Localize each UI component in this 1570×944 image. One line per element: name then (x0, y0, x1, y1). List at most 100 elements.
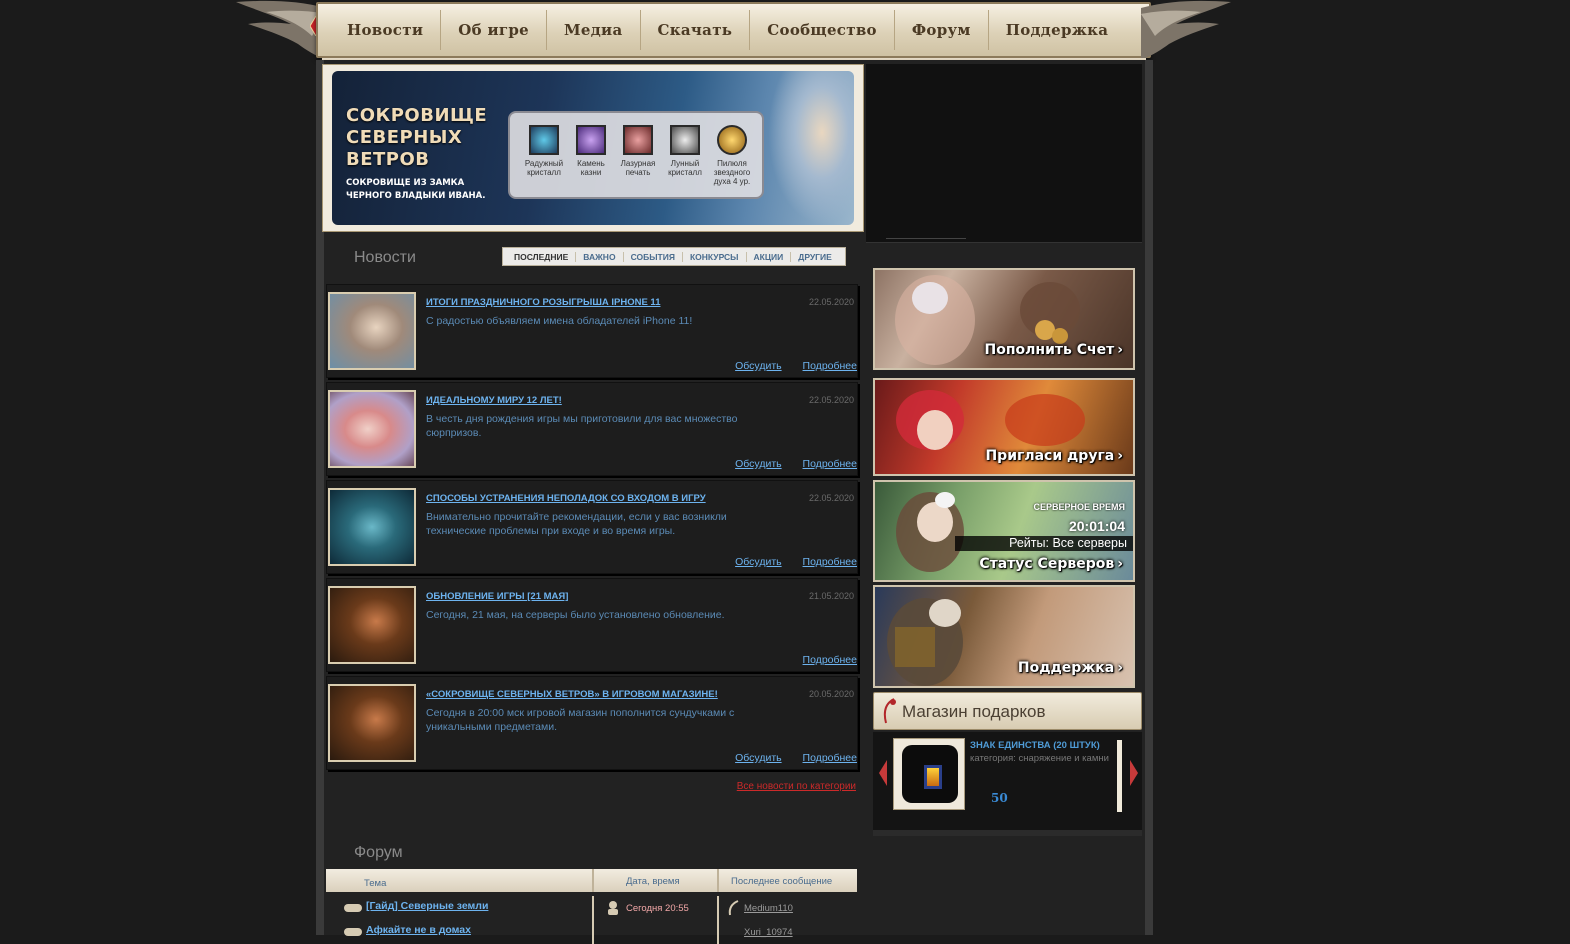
execution-stone-icon (576, 125, 606, 155)
unity-sign-icon (924, 765, 942, 789)
forum-section-title: Форум (354, 844, 403, 861)
news-thumbnail[interactable] (328, 586, 416, 664)
feather-icon (344, 904, 362, 912)
nav-media[interactable]: Медиа (547, 10, 641, 50)
news-section-title: Новости (354, 249, 416, 266)
gift-shop-body: ЗНАК ЕДИНСТВА (20 ШТУК) категория: снаря… (873, 732, 1142, 836)
server-status-label: Статус Серверов (979, 556, 1115, 572)
banner-image: СОКРОВИЩЕ СЕВЕРНЫХ ВЕТРОВ СОКРОВИЩЕ ИЗ З… (332, 71, 854, 225)
user-avatar-icon (608, 901, 618, 915)
tab-promotions[interactable]: АКЦИИ (747, 251, 792, 262)
nav-bar: Новости Об игре Медиа Скачать Сообщество… (316, 2, 1151, 58)
news-date: 20.05.2020 (808, 689, 854, 699)
more-link[interactable]: Подробнее (803, 458, 857, 470)
more-link[interactable]: Подробнее (803, 556, 857, 568)
banner-item: Пилюля звездного духа 4 ур. (710, 125, 754, 186)
server-rates: Рейты: Все серверы (955, 536, 1133, 551)
discuss-link[interactable]: Обсудить (735, 458, 782, 470)
news-item: ИДЕАЛЬНОМУ МИРУ 12 ЛЕТ! 22.05.2020 В чес… (326, 382, 858, 476)
news-date: 22.05.2020 (808, 493, 854, 503)
nav-download[interactable]: Скачать (641, 10, 751, 50)
banner-subtitle: СОКРОВИЩЕ ИЗ ЗАМКА ЧЕРНОГО ВЛАДЫКИ ИВАНА… (346, 178, 486, 201)
banner-item: Лунный кристалл (663, 125, 707, 177)
topup-banner[interactable]: Пополнить Счет › (873, 268, 1135, 370)
top-navigation: Новости Об игре Медиа Скачать Сообщество… (236, 0, 1231, 64)
forum-last-user[interactable]: Medium110 (744, 903, 793, 914)
tab-latest[interactable]: ПОСЛЕДНИЕ (507, 251, 577, 262)
shop-next-arrow-icon[interactable] (1129, 758, 1139, 788)
news-title[interactable]: «СОКРОВИЩЕ СЕВЕРНЫХ ВЕТРОВ» В ИГРОВОМ МА… (426, 689, 718, 700)
news-summary: Сегодня в 20:00 мск игровой магазин попо… (426, 707, 735, 733)
forum-topic-link[interactable]: Афкайте не в домах (366, 924, 471, 936)
banner-item: Камень казни (569, 125, 613, 177)
col-topic: Тема (364, 878, 387, 889)
chevron-right-icon: › (1117, 556, 1123, 572)
news-summary: В честь дня рождения игры мы приготовили… (426, 413, 738, 439)
invite-label: Пригласи друга (985, 448, 1115, 464)
news-tabs: ПОСЛЕДНИЕ ВАЖНО СОБЫТИЯ КОНКУРСЫ АКЦИИ Д… (502, 247, 846, 266)
discuss-link[interactable]: Обсудить (735, 752, 782, 764)
news-summary: Внимательно прочитайте рекомендации, есл… (426, 511, 727, 537)
news-summary: Сегодня, 21 мая, на серверы было установ… (426, 609, 725, 621)
promo-banner[interactable]: СОКРОВИЩЕ СЕВЕРНЫХ ВЕТРОВ СОКРОВИЩЕ ИЗ З… (322, 64, 864, 232)
banner-item: Радужный кристалл (522, 125, 566, 177)
nav-news[interactable]: Новости (330, 10, 442, 50)
news-thumbnail[interactable] (328, 292, 416, 370)
moon-crystal-icon (670, 125, 700, 155)
news-title[interactable]: ОБНОВЛЕНИЕ ИГРЫ [21 МАЯ] (426, 591, 568, 602)
star-spirit-pill-icon (717, 125, 747, 155)
forum-topic-link[interactable]: [Гайд] Северные земли (366, 900, 488, 912)
forum-last-user[interactable]: Xuri_10974 (744, 927, 793, 938)
tab-contests[interactable]: КОНКУРСЫ (683, 251, 747, 262)
news-thumbnail[interactable] (328, 390, 416, 468)
discuss-link[interactable]: Обсудить (735, 360, 782, 372)
news-item: ОБНОВЛЕНИЕ ИГРЫ [21 МАЯ] 21.05.2020 Сего… (326, 578, 858, 672)
topup-label: Пополнить Счет (984, 342, 1115, 358)
banner-title: СОКРОВИЩЕ СЕВЕРНЫХ ВЕТРОВ (346, 105, 488, 170)
gift-shop-header: Магазин подарков (873, 692, 1142, 730)
forum-row: [Гайд] Северные земли Сегодня 20:55 Medi… (326, 896, 857, 920)
more-link[interactable]: Подробнее (803, 654, 857, 666)
chevron-right-icon: › (1117, 448, 1123, 464)
nav-community[interactable]: Сообщество (750, 10, 895, 50)
news-item: «СОКРОВИЩЕ СЕВЕРНЫХ ВЕТРОВ» В ИГРОВОМ МА… (326, 676, 858, 770)
news-title[interactable]: ИДЕАЛЬНОМУ МИРУ 12 ЛЕТ! (426, 395, 562, 406)
news-title[interactable]: ИТОГИ ПРАЗДНИЧНОГО РОЗЫГРЫША IPHONE 11 (426, 297, 660, 308)
right-top-panel (866, 64, 1142, 243)
nav-forum[interactable]: Форум (895, 10, 989, 50)
all-news-link[interactable]: Все новости по категории (737, 781, 856, 792)
more-link[interactable]: Подробнее (803, 752, 857, 764)
more-link[interactable]: Подробнее (803, 360, 857, 372)
feather-icon (883, 698, 896, 724)
server-status-banner[interactable]: СЕРВЕРНОЕ ВРЕМЯ 20:01:04 Рейты: Все серв… (873, 480, 1135, 582)
tab-other[interactable]: ДРУГИЕ (791, 252, 839, 262)
shop-item-image[interactable] (893, 738, 965, 810)
right-wing-ornament (1141, 0, 1231, 60)
news-item: ИТОГИ ПРАЗДНИЧНОГО РОЗЫГРЫША IPHONE 11 2… (326, 284, 858, 378)
tab-important[interactable]: ВАЖНО (576, 251, 624, 262)
azure-seal-icon (623, 125, 653, 155)
col-date: Дата, время (626, 876, 680, 887)
news-title[interactable]: СПОСОБЫ УСТРАНЕНИЯ НЕПОЛАДОК СО ВХОДОМ В… (426, 493, 706, 504)
invite-banner[interactable]: Пригласи друга › (873, 378, 1135, 476)
support-banner[interactable]: Поддержка › (873, 585, 1135, 688)
tab-events[interactable]: СОБЫТИЯ (624, 251, 683, 262)
news-item: СПОСОБЫ УСТРАНЕНИЯ НЕПОЛАДОК СО ВХОДОМ В… (326, 480, 858, 574)
chevron-right-icon: › (1117, 342, 1123, 358)
col-last-message: Последнее сообщение (731, 876, 833, 887)
nav-support[interactable]: Поддержка (989, 10, 1126, 50)
news-thumbnail[interactable] (328, 684, 416, 762)
forum-row: Афкайте не в домах Xuri_10974 (326, 920, 857, 944)
shop-prev-arrow-icon[interactable] (878, 758, 888, 788)
shop-item-name[interactable]: ЗНАК ЕДИНСТВА (20 ШТУК) (970, 740, 1100, 751)
news-summary: С радостью объявляем имена обладателей i… (426, 315, 693, 327)
nav-about[interactable]: Об игре (441, 10, 548, 50)
news-thumbnail[interactable] (328, 488, 416, 566)
support-label: Поддержка (1017, 660, 1115, 676)
banner-items-panel: Радужный кристалл Камень казни Лазурная … (508, 111, 764, 199)
banner-character-art (768, 71, 854, 225)
forum-date: Сегодня 20:55 (626, 903, 689, 914)
quill-icon (728, 900, 739, 916)
chevron-right-icon: › (1117, 660, 1123, 676)
discuss-link[interactable]: Обсудить (735, 556, 782, 568)
